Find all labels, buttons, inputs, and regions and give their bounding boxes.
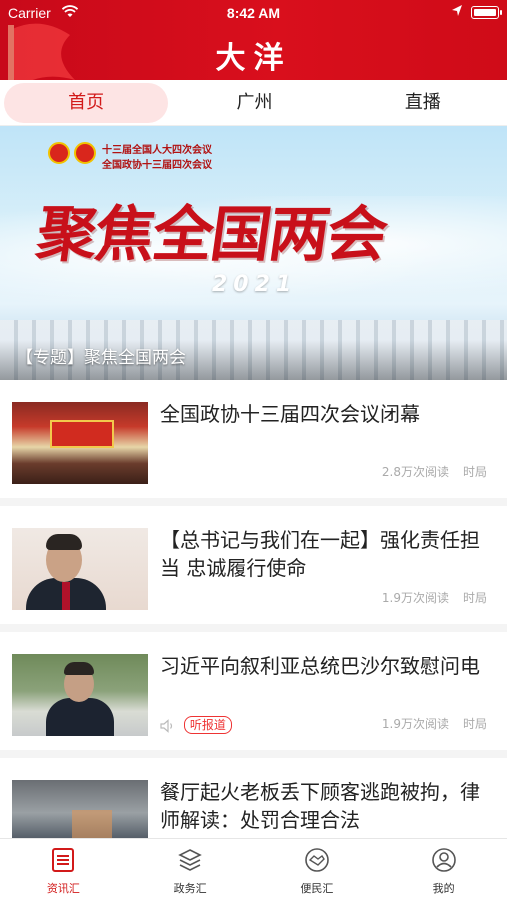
read-count: 1.9万次阅读 xyxy=(381,717,449,731)
tab-live[interactable]: 直播 xyxy=(341,83,505,123)
news-item[interactable]: 【总书记与我们在一起】强化责任担当 忠诚履行使命 1.9万次阅读 时局 xyxy=(0,506,507,632)
news-meta: 1.9万次阅读 时局 xyxy=(382,589,487,606)
tab-guangzhou[interactable]: 广州 xyxy=(172,83,336,123)
app-title: 大洋 xyxy=(215,41,292,76)
banner-caption: 【专题】聚焦全国两会 xyxy=(16,348,186,368)
news-category: 时局 xyxy=(462,591,487,605)
banner-headline: 聚焦全国两会 xyxy=(32,200,391,270)
read-count: 2.8万次阅读 xyxy=(381,465,449,479)
nav-mine-label: 我的 xyxy=(432,882,455,895)
nav-government-label: 政务汇 xyxy=(173,882,207,895)
news-thumbnail xyxy=(12,654,148,736)
news-title: 全国政协十三届四次会议闭幕 xyxy=(160,402,420,426)
app-header: Carrier 8:42 AM 大洋 xyxy=(0,0,507,80)
banner-subtitle: 十三届全国人大四次会议 全国政协十三届四次会议 xyxy=(102,143,212,173)
news-list: 全国政协十三届四次会议闭幕 2.8万次阅读 时局 【总书记与我们在一起】强化责任担… xyxy=(0,380,507,884)
news-category: 时局 xyxy=(462,465,487,479)
news-icon xyxy=(52,848,75,872)
emblem-group xyxy=(48,142,100,164)
banner-line-2: 全国政协十三届四次会议 xyxy=(102,160,212,171)
news-title: 习近平向叙利亚总统巴沙尔致慰问电 xyxy=(160,654,480,678)
news-thumbnail xyxy=(12,528,148,610)
nav-mine[interactable]: 我的 xyxy=(380,839,507,900)
news-title: 餐厅起火老板丢下顾客逃跑被拘，律师解读：处罚合理合法 xyxy=(160,780,480,832)
location-arrow-icon xyxy=(452,5,462,16)
layers-icon xyxy=(178,849,202,871)
cppcc-emblem-icon xyxy=(74,142,96,164)
channel-tabs: 首页 广州 直播 xyxy=(0,80,507,126)
nav-services-label: 便民汇 xyxy=(300,882,334,895)
news-category: 时局 xyxy=(462,717,487,731)
nav-news[interactable]: 资讯汇 xyxy=(0,839,127,900)
battery-level xyxy=(473,8,496,16)
featured-banner[interactable]: 十三届全国人大四次会议 全国政协十三届四次会议 聚焦全国两会 2021 【专题】… xyxy=(0,126,507,380)
clock: 8:42 AM xyxy=(226,5,281,21)
news-thumbnail xyxy=(12,402,148,484)
nav-news-label: 资讯汇 xyxy=(46,882,80,895)
banner-line-1: 十三届全国人大四次会议 xyxy=(102,145,212,156)
news-title: 【总书记与我们在一起】强化责任担当 忠诚履行使命 xyxy=(160,528,480,580)
news-item[interactable]: 全国政协十三届四次会议闭幕 2.8万次阅读 时局 xyxy=(0,380,507,506)
battery-icon xyxy=(471,6,502,19)
bottom-navigation: 资讯汇 政务汇 便民汇 我的 xyxy=(0,838,507,900)
status-bar: Carrier 8:42 AM xyxy=(0,0,507,26)
news-meta: 2.8万次阅读 时局 xyxy=(382,463,487,480)
profile-icon xyxy=(431,848,456,872)
speaker-icon xyxy=(160,718,173,733)
read-count: 1.9万次阅读 xyxy=(381,591,449,605)
tab-home[interactable]: 首页 xyxy=(4,82,169,123)
listen-audio[interactable]: 听报道 xyxy=(160,716,232,734)
news-meta: 1.9万次阅读 时局 xyxy=(382,715,487,732)
listen-badge[interactable]: 听报道 xyxy=(183,716,232,734)
handshake-icon xyxy=(305,848,329,872)
national-emblem-icon xyxy=(48,142,70,164)
news-item[interactable]: 习近平向叙利亚总统巴沙尔致慰问电 听报道 1.9万次阅读 时局 xyxy=(0,632,507,758)
banner-year: 2021 xyxy=(212,272,298,297)
nav-government[interactable]: 政务汇 xyxy=(127,839,254,900)
nav-services[interactable]: 便民汇 xyxy=(254,839,381,900)
